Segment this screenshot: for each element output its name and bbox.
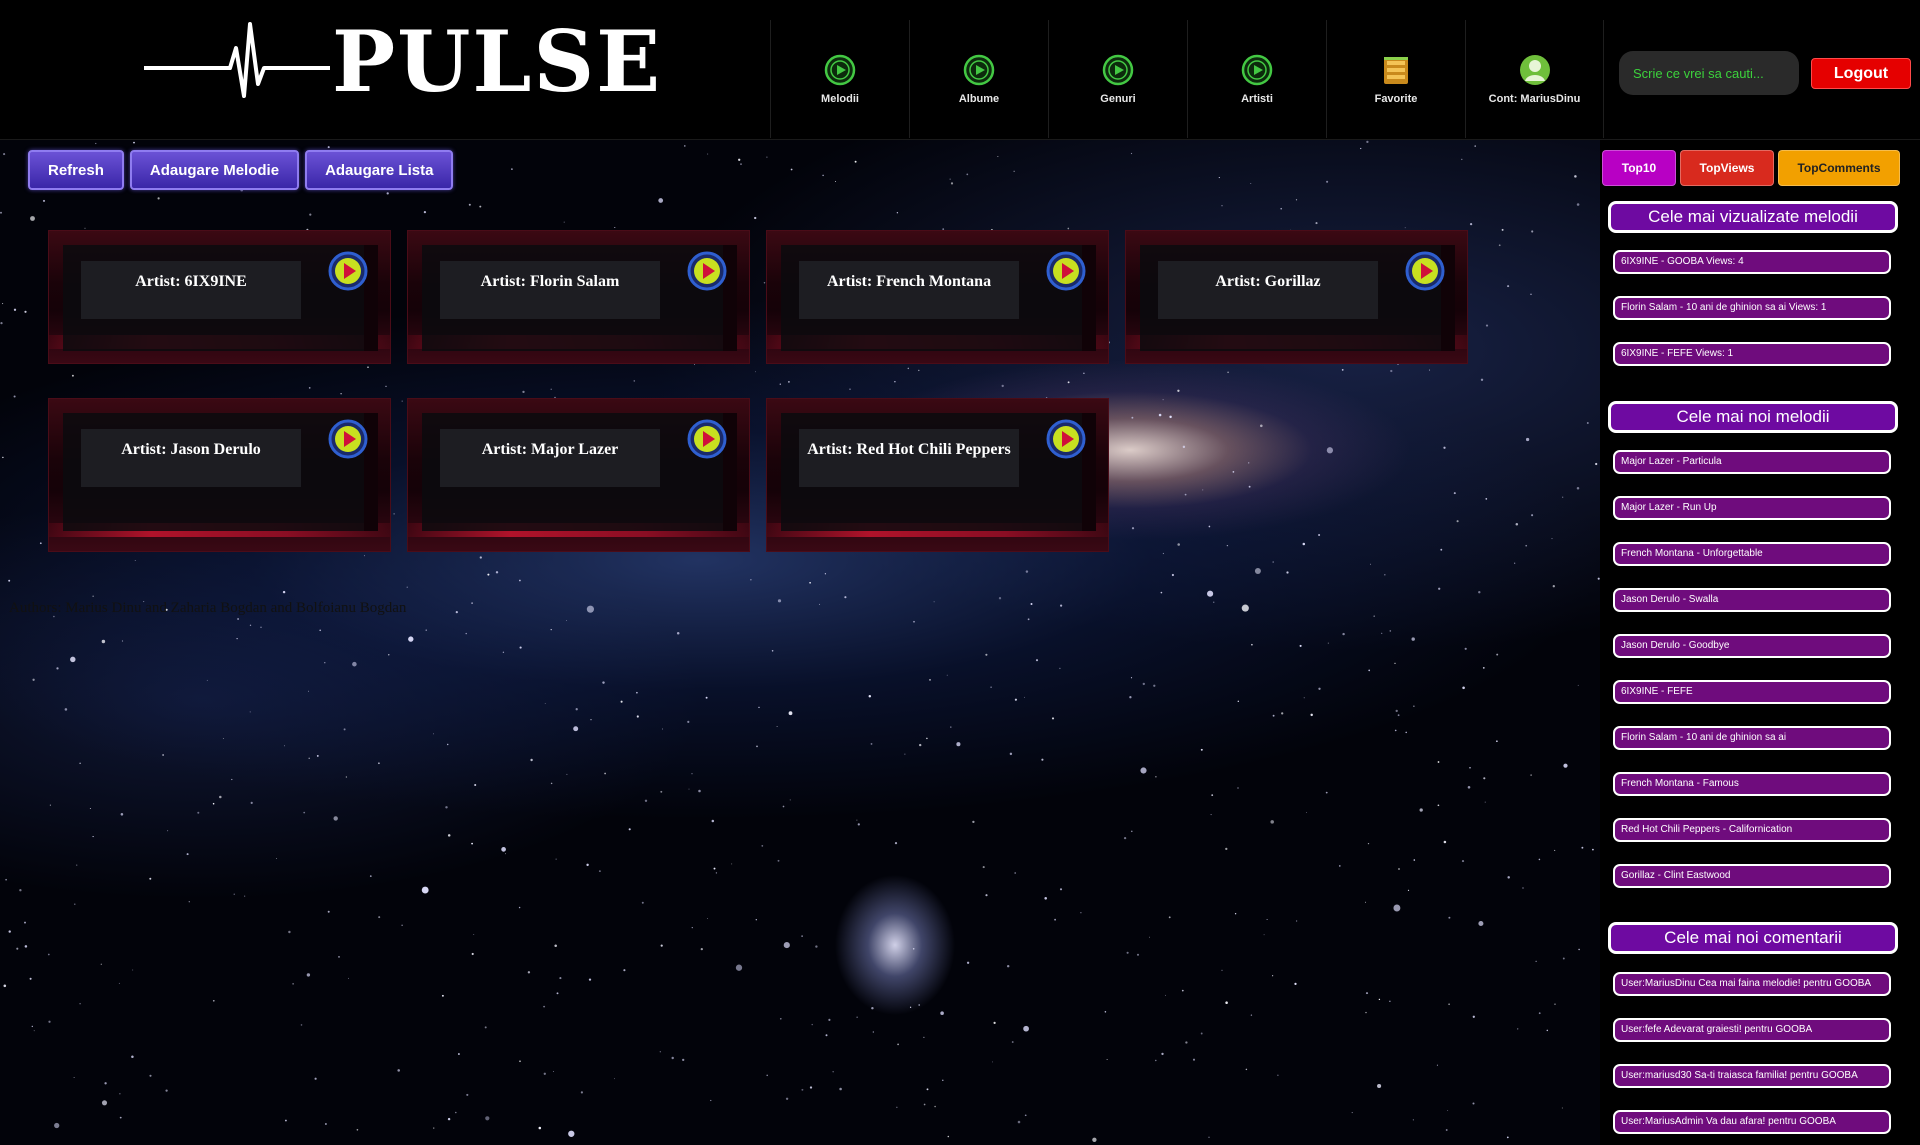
logout-button[interactable]: Logout [1811,58,1911,89]
play-circle-icon [824,54,856,85]
list-item[interactable]: Major Lazer - Particula [1613,450,1891,474]
play-icon[interactable] [1046,419,1086,459]
list-item[interactable]: Gorillaz - Clint Eastwood [1613,864,1891,888]
nav-favorite[interactable]: Favorite [1326,20,1465,138]
artist-label: Artist: Major Lazer [440,429,660,487]
list-item[interactable]: Florin Salam - 10 ani de ghinion sa ai [1613,726,1891,750]
tab-top10[interactable]: Top10 [1602,150,1676,186]
newest-songs-title: Cele mai noi melodii [1608,401,1898,433]
artist-card[interactable]: Artist: Red Hot Chili Peppers [766,398,1109,552]
pulse-logo[interactable]: PULSE [140,18,660,118]
refresh-button[interactable]: Refresh [28,150,124,190]
artist-card[interactable]: Artist: Florin Salam [407,230,750,364]
nav-label: Artisti [1241,92,1273,105]
nav-label: Genuri [1100,92,1136,105]
list-item[interactable]: User:MariusAdmin Va dau afara! pentru GO… [1613,1110,1891,1134]
nav-albume[interactable]: Albume [909,20,1048,138]
most-viewed-title: Cele mai vizualizate melodii [1608,201,1898,233]
artist-card[interactable]: Artist: French Montana [766,230,1109,364]
add-list-button[interactable]: Adaugare Lista [305,150,454,190]
play-icon[interactable] [687,251,727,291]
tab-top-views[interactable]: TopViews [1680,150,1774,186]
nav-label: Albume [958,92,1000,105]
ranking-tabs: Top10 TopViews TopComments [1602,150,1900,186]
user-avatar-icon [1519,54,1550,85]
nav-account[interactable]: Cont: MariusDinu [1465,20,1604,138]
nav-genuri[interactable]: Genuri [1048,20,1187,138]
list-item[interactable]: French Montana - Famous [1613,772,1891,796]
play-circle-icon [963,54,995,85]
heartbeat-line-icon [144,22,330,98]
newest-comments-title: Cele mai noi comentarii [1608,922,1898,954]
artist-label: Artist: French Montana [799,261,1019,319]
list-item[interactable]: 6IX9INE - FEFE [1613,680,1891,704]
search-input[interactable] [1619,51,1799,95]
list-item[interactable]: Florin Salam - 10 ani de ghinion sa ai V… [1613,296,1891,320]
list-item[interactable]: Major Lazer - Run Up [1613,496,1891,520]
action-toolbar: Refresh Adaugare Melodie Adaugare Lista [28,150,454,190]
main-nav: Melodii Albume Genuri Artisti Favorite C… [770,20,1604,138]
list-item[interactable]: Red Hot Chili Peppers - Californication [1613,818,1891,842]
nav-artisti[interactable]: Artisti [1187,20,1326,138]
play-icon[interactable] [687,419,727,459]
nav-label: Favorite [1374,92,1418,105]
nav-label: Cont: MariusDinu [1488,92,1581,105]
artist-label: Artist: Gorillaz [1158,261,1378,319]
nav-label: Melodii [821,92,859,105]
list-item[interactable]: 6IX9INE - GOOBA Views: 4 [1613,250,1891,274]
list-item[interactable]: French Montana - Unforgettable [1613,542,1891,566]
play-icon[interactable] [328,419,368,459]
artist-card[interactable]: Artist: Gorillaz [1125,230,1468,364]
play-circle-icon [1102,54,1134,85]
list-item[interactable]: 6IX9INE - FEFE Views: 1 [1613,342,1891,366]
nav-melodii[interactable]: Melodii [770,20,909,138]
play-icon[interactable] [1405,251,1445,291]
authors-footer-text: Authors: Marius Dinu and Zaharia Bogdan … [9,600,407,616]
play-circle-icon [1241,54,1273,85]
list-item[interactable]: Jason Derulo - Swalla [1613,588,1891,612]
artist-card[interactable]: Artist: Major Lazer [407,398,750,552]
tab-top-comments[interactable]: TopComments [1778,150,1900,186]
artist-card[interactable]: Artist: 6IX9INE [48,230,391,364]
list-item[interactable]: User:mariusd30 Sa-ti traiasca familia! p… [1613,1064,1891,1088]
artist-label: Artist: 6IX9INE [81,261,301,319]
list-item[interactable]: User:fefe Adevarat graiesti! pentru GOOB… [1613,1018,1891,1042]
top-header: PULSE Melodii Albume Genuri Artisti Favo… [0,0,1920,140]
artist-card[interactable]: Artist: Jason Derulo [48,398,391,552]
favorites-box-icon [1384,56,1408,84]
artist-label: Artist: Red Hot Chili Peppers [799,429,1019,487]
artist-label: Artist: Florin Salam [440,261,660,319]
play-icon[interactable] [1046,251,1086,291]
add-song-button[interactable]: Adaugare Melodie [129,150,300,190]
logo-text: PULSE [332,12,663,111]
play-icon[interactable] [328,251,368,291]
list-item[interactable]: Jason Derulo - Goodbye [1613,634,1891,658]
list-item[interactable]: User:MariusDinu Cea mai faina melodie! p… [1613,972,1891,996]
artist-label: Artist: Jason Derulo [81,429,301,487]
